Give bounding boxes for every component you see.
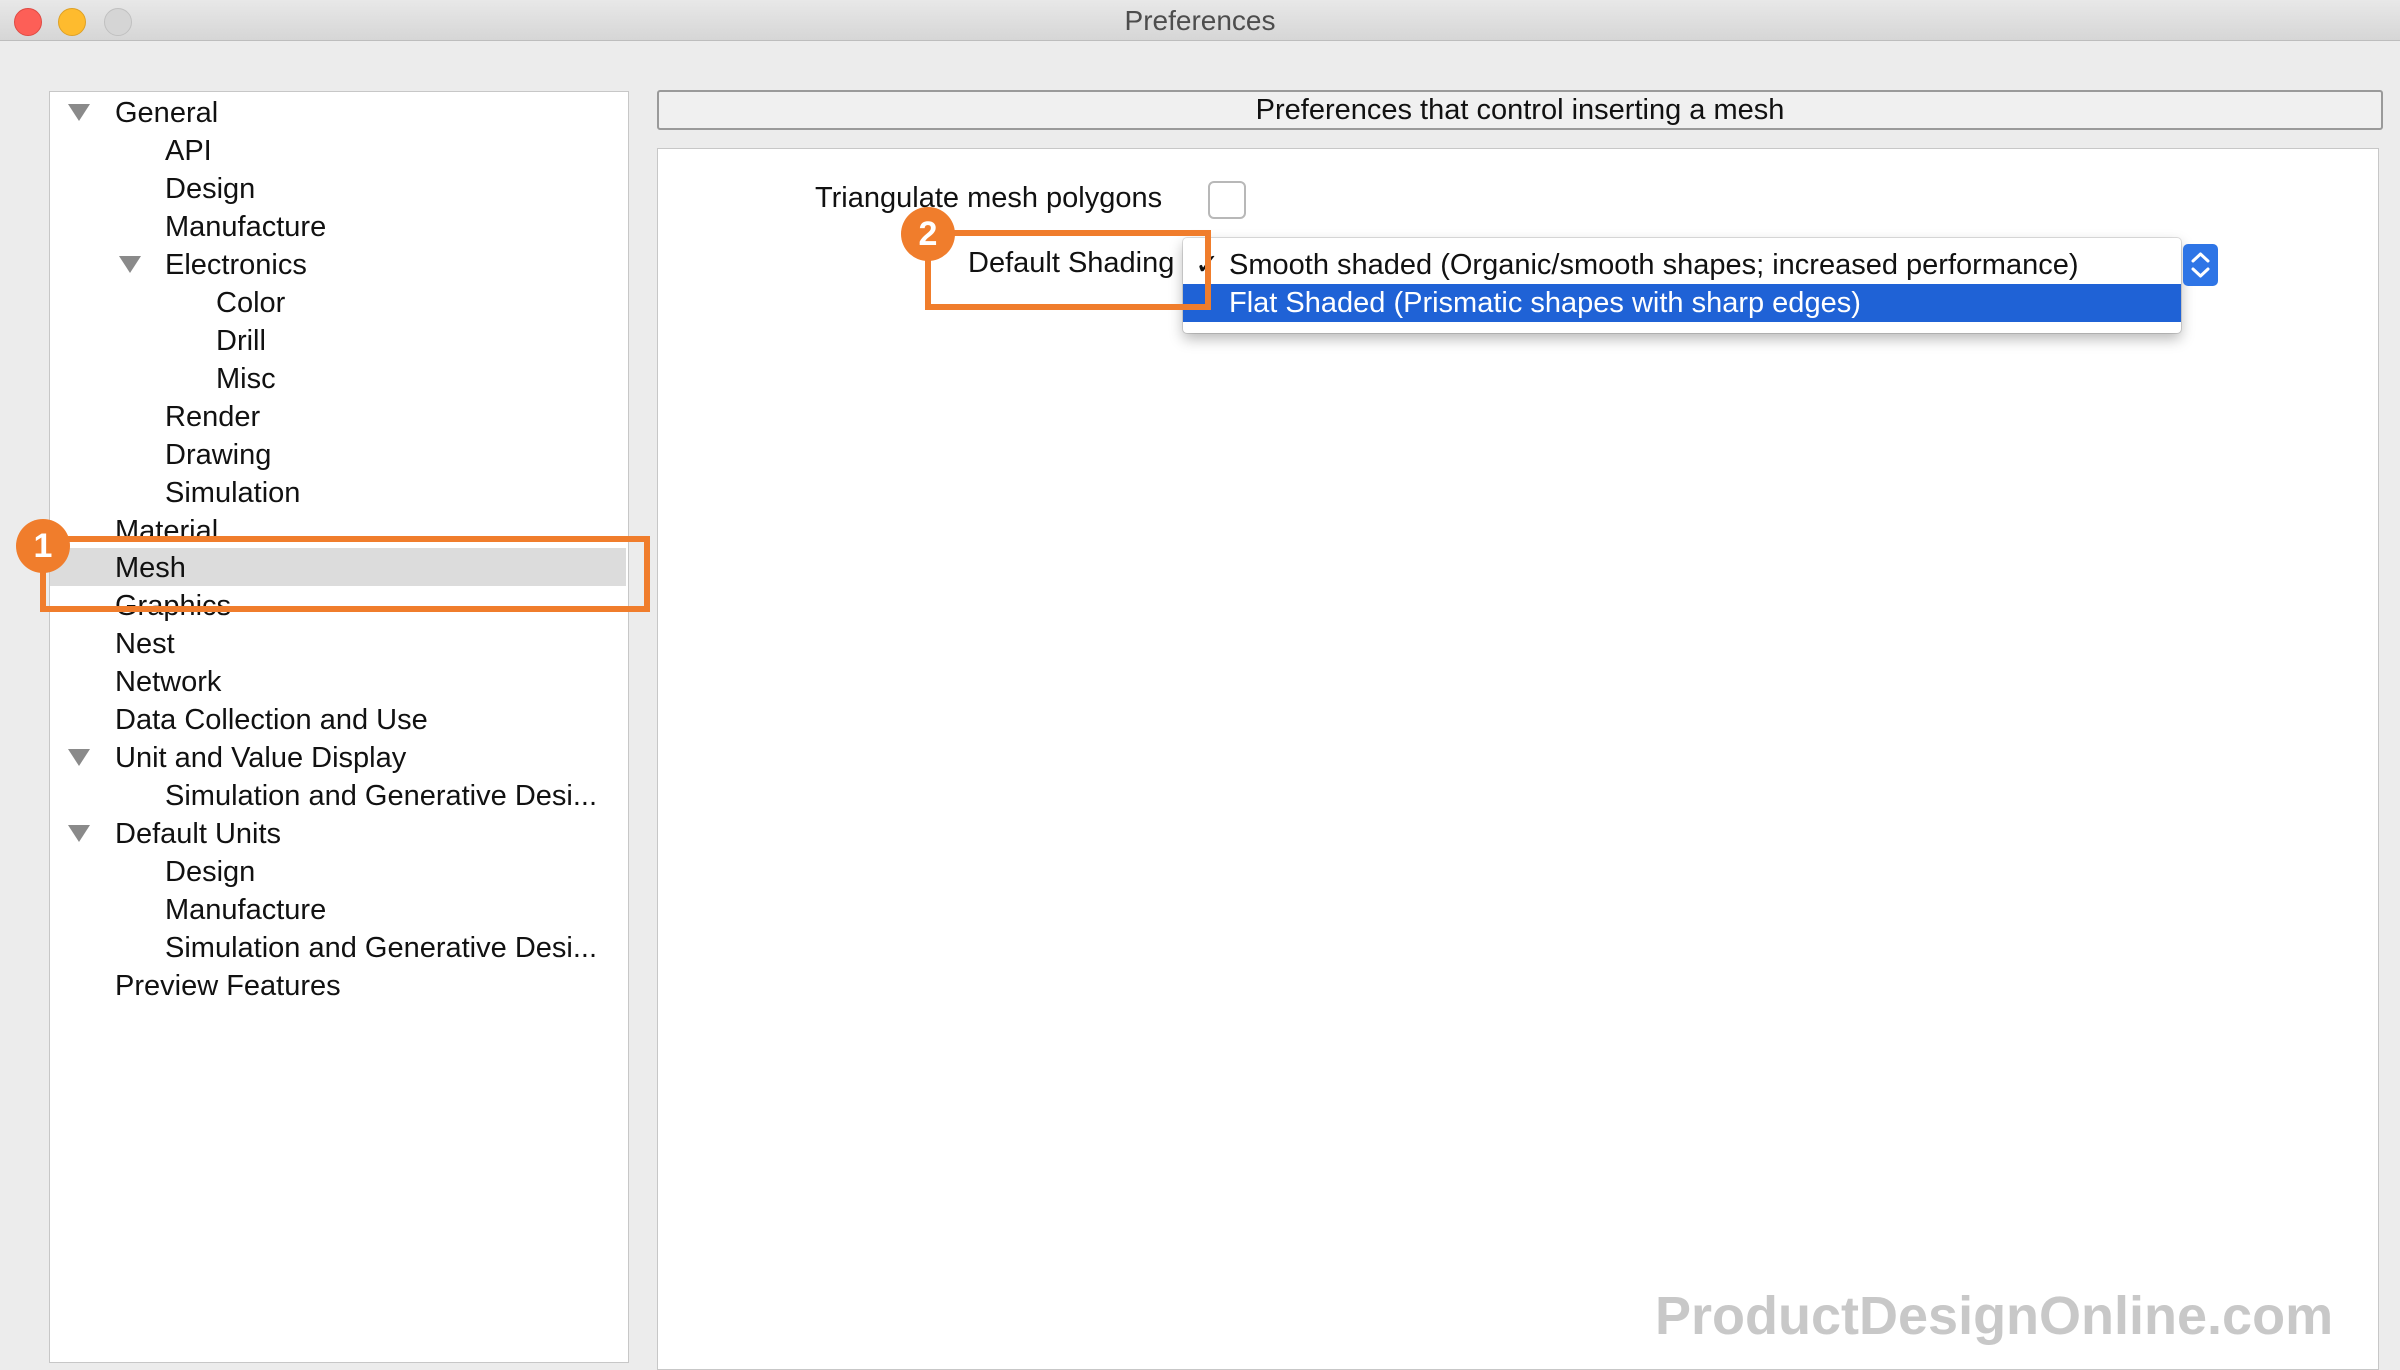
window-title: Preferences xyxy=(1124,5,1276,36)
tree-item-design[interactable]: Design xyxy=(165,171,255,207)
tree-item-manufacture[interactable]: Manufacture xyxy=(165,209,326,245)
callout-badge-2: 2 xyxy=(901,207,955,261)
watermark: ProductDesignOnline.com xyxy=(1655,1286,2334,1346)
tree-item-data-collection[interactable]: Data Collection and Use xyxy=(115,702,428,738)
tree-item-nest[interactable]: Nest xyxy=(115,626,175,662)
expand-unit-display-icon[interactable] xyxy=(68,749,90,766)
callout-box-2 xyxy=(925,230,1211,310)
menu-option-flat-shaded[interactable]: Flat Shaded (Prismatic shapes with sharp… xyxy=(1183,284,2181,322)
tree-item-default-units[interactable]: Default Units xyxy=(115,816,281,852)
dropdown-stepper-icon[interactable] xyxy=(2183,244,2218,286)
tree-item-simulation[interactable]: Simulation xyxy=(165,475,300,511)
tree-item-unit-value-display[interactable]: Unit and Value Display xyxy=(115,740,406,776)
tree-item-drawing[interactable]: Drawing xyxy=(165,437,271,473)
tree-item-sim-generative-display[interactable]: Simulation and Generative Desi... xyxy=(165,778,597,814)
callout-badge-1: 1 xyxy=(16,519,70,573)
tree-item-preview-features[interactable]: Preview Features xyxy=(115,968,341,1004)
shading-dropdown-menu[interactable]: ✓ Smooth shaded (Organic/smooth shapes; … xyxy=(1183,238,2181,333)
tree-item-misc[interactable]: Misc xyxy=(216,361,276,397)
tree-item-electronics[interactable]: Electronics xyxy=(165,247,307,283)
panel-header: Preferences that control inserting a mes… xyxy=(657,90,2383,130)
tree-item-units-design[interactable]: Design xyxy=(165,854,255,890)
callout-box-1 xyxy=(40,536,650,612)
expand-default-units-icon[interactable] xyxy=(68,825,90,842)
title-bar: Preferences xyxy=(0,0,2400,41)
tree-item-api[interactable]: API xyxy=(165,133,212,169)
tree-item-general[interactable]: General xyxy=(115,95,218,131)
tree-item-drill[interactable]: Drill xyxy=(216,323,266,359)
menu-option-smooth-shaded[interactable]: ✓ Smooth shaded (Organic/smooth shapes; … xyxy=(1183,246,2181,284)
triangulate-checkbox[interactable] xyxy=(1208,181,1246,219)
expand-electronics-icon[interactable] xyxy=(119,256,141,273)
tree-item-units-manufacture[interactable]: Manufacture xyxy=(165,892,326,928)
menu-option-label: Smooth shaded (Organic/smooth shapes; in… xyxy=(1229,249,2079,281)
tree-item-network[interactable]: Network xyxy=(115,664,221,700)
expand-general-icon[interactable] xyxy=(68,104,90,121)
triangulate-label: Triangulate mesh polygons xyxy=(815,182,1163,214)
tree-item-render[interactable]: Render xyxy=(165,399,260,435)
menu-option-label: Flat Shaded (Prismatic shapes with sharp… xyxy=(1229,287,1861,319)
tree-item-units-sim-generative[interactable]: Simulation and Generative Desi... xyxy=(165,930,597,966)
tree-item-color[interactable]: Color xyxy=(216,285,285,321)
